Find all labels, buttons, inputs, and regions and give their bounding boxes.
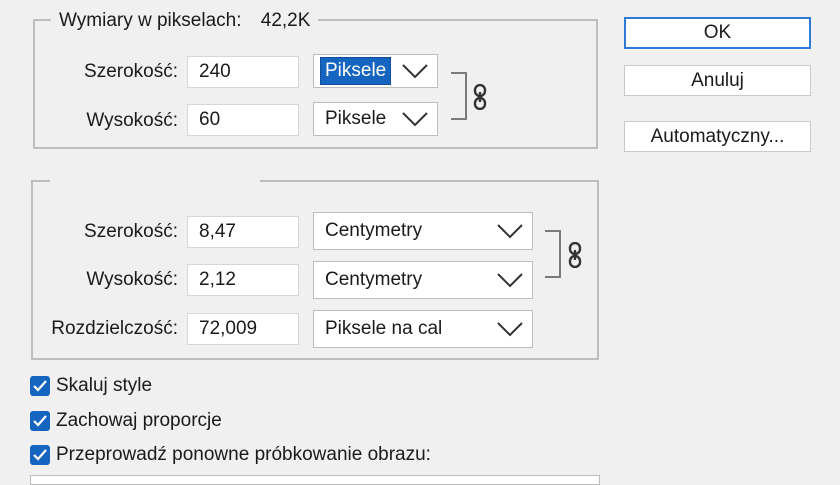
doc-height-label: Wysokość:: [86, 269, 178, 290]
doc-height-value: 2,12: [199, 269, 236, 290]
resample-method-select[interactable]: [30, 475, 600, 485]
resolution-label: Rozdzielczość:: [51, 318, 178, 339]
pixel-width-unit-select[interactable]: Piksele: [313, 54, 438, 88]
resolution-unit-select[interactable]: Piksele na cal: [313, 310, 533, 348]
cancel-button[interactable]: Anuluj: [624, 65, 811, 96]
auto-button[interactable]: Automatyczny...: [624, 121, 811, 152]
pixel-width-unit-value: Piksele: [320, 57, 392, 85]
doc-height-unit-value: Centymetry: [325, 269, 423, 290]
constrain-proportions-checkbox[interactable]: Zachowaj proporcje: [30, 409, 222, 433]
checkmark-icon: [30, 445, 50, 465]
doc-link-bracket: [545, 230, 561, 278]
pixel-height-unit-value: Piksele: [325, 108, 387, 129]
pixel-height-input[interactable]: 60: [187, 104, 299, 136]
document-size-legend: [50, 170, 260, 192]
constrain-proportions-label: Zachowaj proporcje: [56, 410, 222, 431]
ok-button[interactable]: OK: [624, 17, 811, 49]
chevron-down-icon: [402, 112, 428, 127]
chain-link-icon[interactable]: [472, 84, 488, 110]
scale-styles-checkbox[interactable]: Skaluj style: [30, 374, 152, 398]
pixel-width-value: 240: [199, 61, 231, 82]
pixel-dimensions-legend: Wymiary w pikselach: 42,2K: [51, 9, 319, 33]
resolution-value: 72,009: [199, 318, 258, 339]
chevron-down-icon: [497, 322, 523, 337]
pixel-dimensions-label: Wymiary w pikselach:: [59, 10, 242, 31]
doc-width-input[interactable]: 8,47: [187, 216, 299, 248]
doc-height-unit-select[interactable]: Centymetry: [313, 261, 533, 299]
chevron-down-icon: [497, 224, 523, 239]
pixel-width-label: Szerokość:: [84, 61, 178, 82]
resolution-input[interactable]: 72,009: [187, 313, 299, 345]
doc-width-label: Szerokość:: [84, 221, 178, 242]
checkmark-icon: [30, 411, 50, 431]
resample-label: Przeprowadź ponowne próbkowanie obrazu:: [56, 444, 431, 465]
pixel-height-value: 60: [199, 109, 221, 130]
doc-width-value: 8,47: [199, 221, 236, 242]
chain-link-icon[interactable]: [567, 242, 583, 268]
pixel-link-bracket: [451, 72, 467, 120]
resample-checkbox[interactable]: Przeprowadź ponowne próbkowanie obrazu:: [30, 443, 431, 467]
ok-button-label: OK: [703, 22, 732, 43]
cancel-button-label: Anuluj: [691, 69, 744, 91]
chevron-down-icon: [402, 64, 428, 79]
checkmark-icon: [30, 376, 50, 396]
pixel-height-unit-select[interactable]: Piksele: [313, 102, 438, 136]
pixel-dimensions-value: 42,2K: [260, 10, 311, 31]
chevron-down-icon: [497, 273, 523, 288]
doc-width-unit-value: Centymetry: [325, 220, 423, 241]
pixel-width-input[interactable]: 240: [187, 56, 299, 88]
doc-height-input[interactable]: 2,12: [187, 264, 299, 296]
scale-styles-label: Skaluj style: [56, 375, 153, 396]
auto-button-label: Automatyczny...: [650, 125, 785, 147]
pixel-height-label: Wysokość:: [86, 110, 178, 131]
resolution-unit-value: Piksele na cal: [325, 318, 443, 339]
doc-width-unit-select[interactable]: Centymetry: [313, 212, 533, 250]
